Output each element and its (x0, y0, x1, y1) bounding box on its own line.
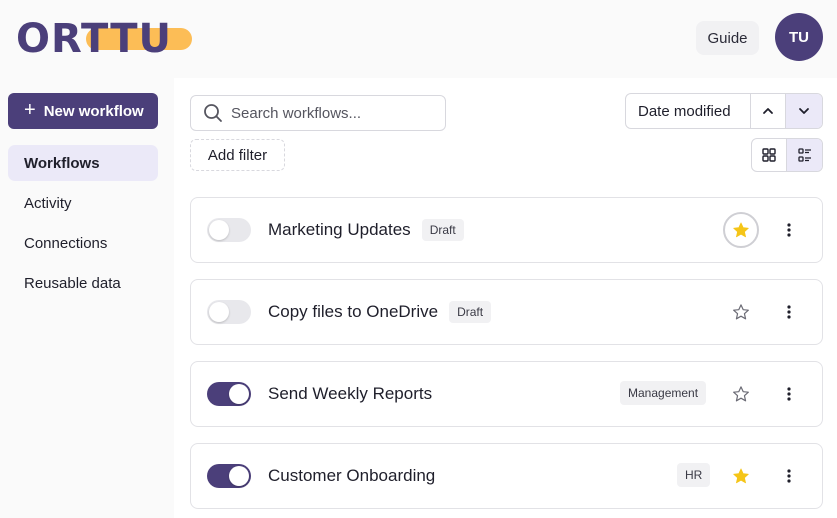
workflow-name[interactable]: Marketing Updates (268, 220, 411, 240)
sort-ascending-button[interactable] (751, 94, 787, 128)
plus-icon: + (24, 99, 36, 121)
toggle-knob (229, 466, 249, 486)
search-icon (204, 104, 222, 122)
more-options-button[interactable] (777, 376, 801, 412)
sidebar-item-workflows[interactable]: Workflows (8, 145, 158, 181)
sort-descending-button[interactable] (786, 94, 822, 128)
draft-badge: Draft (449, 301, 492, 323)
logo-text: ORTTU (16, 16, 172, 62)
favorite-button[interactable] (723, 458, 759, 494)
search-box[interactable] (190, 95, 446, 131)
grid-view-button[interactable] (752, 139, 788, 171)
star-filled-icon (733, 222, 749, 238)
list-icon (797, 148, 811, 162)
more-vertical-icon (787, 223, 791, 237)
more-options-button[interactable] (777, 212, 801, 248)
sort-by-select[interactable]: Date modified (626, 94, 751, 128)
more-options-button[interactable] (777, 294, 801, 330)
workflow-enable-toggle[interactable] (207, 218, 251, 242)
chevron-down-icon (799, 108, 810, 114)
workflow-tag: HR (677, 463, 711, 487)
star-outline-icon (733, 386, 749, 402)
favorite-button[interactable] (723, 212, 759, 248)
star-filled-icon (733, 468, 749, 484)
more-vertical-icon (787, 387, 791, 401)
workflow-card-marketing-updates[interactable]: Marketing Updates Draft (190, 197, 823, 263)
workflow-enable-toggle[interactable] (207, 382, 251, 406)
workflow-name[interactable]: Customer Onboarding (268, 466, 435, 486)
draft-badge: Draft (421, 219, 464, 241)
star-outline-icon (733, 304, 749, 320)
new-workflow-button[interactable]: + New workflow (8, 93, 158, 129)
more-vertical-icon (787, 305, 791, 319)
workflow-card-copy-files[interactable]: Copy files to OneDrive Draft (190, 279, 823, 345)
top-header: ORTTU Guide TU (0, 0, 837, 78)
sort-by-value: Date modified (638, 102, 731, 120)
workflow-card-customer-onboarding[interactable]: Customer Onboarding HR (190, 443, 823, 509)
more-options-button[interactable] (777, 458, 801, 494)
orttu-logo[interactable]: ORTTU (16, 18, 194, 60)
list-view-button[interactable] (787, 139, 822, 171)
toggle-knob (209, 220, 229, 240)
more-vertical-icon (787, 469, 791, 483)
sidebar-item-label: Activity (24, 194, 72, 212)
workflow-enable-toggle[interactable] (207, 300, 251, 324)
grid-icon (762, 148, 776, 162)
toggle-knob (229, 384, 249, 404)
workflow-name[interactable]: Copy files to OneDrive (268, 302, 438, 322)
view-mode-toggle (751, 138, 823, 172)
favorite-button[interactable] (723, 376, 759, 412)
sidebar-item-label: Reusable data (24, 274, 121, 292)
workflow-card-send-weekly-reports[interactable]: Send Weekly Reports Management (190, 361, 823, 427)
sidebar-item-activity[interactable]: Activity (8, 185, 158, 221)
guide-button[interactable]: Guide (696, 21, 759, 55)
workflow-tag: Management (620, 381, 707, 405)
sidebar-item-connections[interactable]: Connections (8, 225, 158, 261)
workflow-title-group: Customer Onboarding (268, 444, 435, 508)
sort-control: Date modified (625, 93, 823, 129)
workflow-name[interactable]: Send Weekly Reports (268, 384, 432, 404)
toggle-knob (209, 302, 229, 322)
user-avatar[interactable]: TU (775, 13, 823, 61)
sidebar-item-label: Connections (24, 234, 108, 252)
workflow-title-group: Marketing Updates Draft (268, 198, 464, 262)
workflow-title-group: Copy files to OneDrive Draft (268, 280, 492, 344)
chevron-up-icon (763, 108, 773, 114)
workflow-title-group: Send Weekly Reports (268, 362, 432, 426)
sidebar-item-reusable-data[interactable]: Reusable data (8, 265, 158, 301)
favorite-button[interactable] (723, 294, 759, 330)
workflow-enable-toggle[interactable] (207, 464, 251, 488)
search-input[interactable] (231, 104, 431, 122)
new-workflow-label: New workflow (43, 102, 144, 120)
sidebar-item-label: Workflows (24, 154, 100, 172)
add-filter-button[interactable]: Add filter (190, 139, 285, 171)
